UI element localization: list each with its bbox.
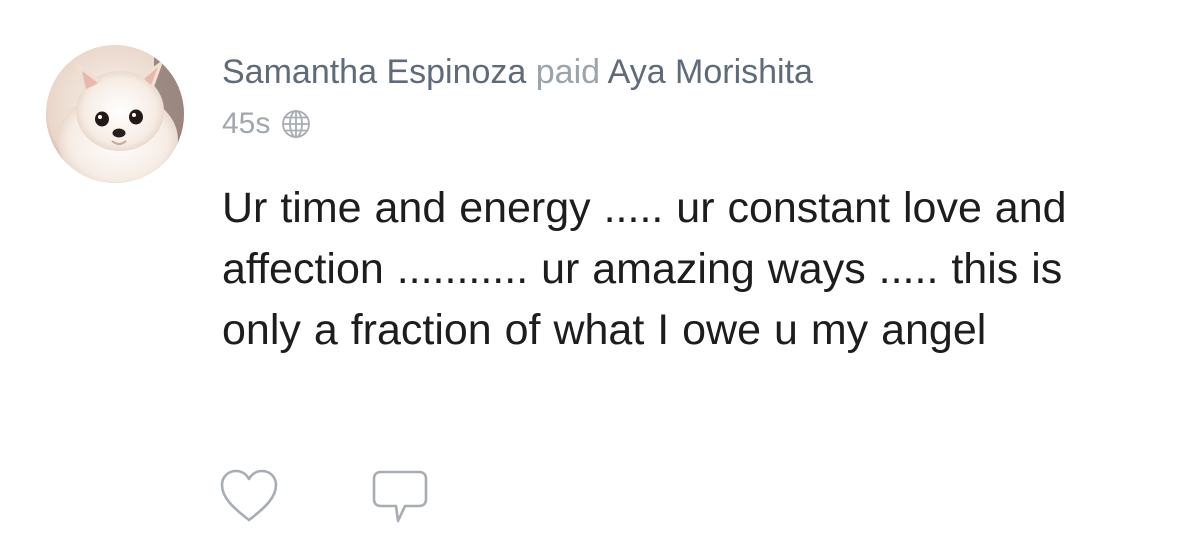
like-button[interactable] [218, 468, 280, 524]
comment-button[interactable] [369, 466, 431, 528]
payment-note: Ur time and energy ..... ur constant lov… [222, 184, 1067, 354]
payment-feed-item: Samantha Espinoza paid Aya Morishita 45s… [0, 0, 1200, 552]
transaction-header: Samantha Espinoza paid Aya Morishita [222, 52, 813, 92]
avatar-dog-image [46, 45, 184, 183]
timestamp: 45s [222, 107, 271, 140]
post-meta: 45s [222, 104, 312, 144]
payment-verb: paid [535, 53, 601, 91]
speech-bubble-icon [372, 470, 428, 523]
globe-icon [280, 108, 312, 140]
sender-name[interactable]: Samantha Espinoza [222, 53, 526, 91]
avatar[interactable] [46, 45, 184, 183]
recipient-name[interactable]: Aya Morishita [608, 53, 813, 91]
heart-icon [220, 469, 278, 522]
